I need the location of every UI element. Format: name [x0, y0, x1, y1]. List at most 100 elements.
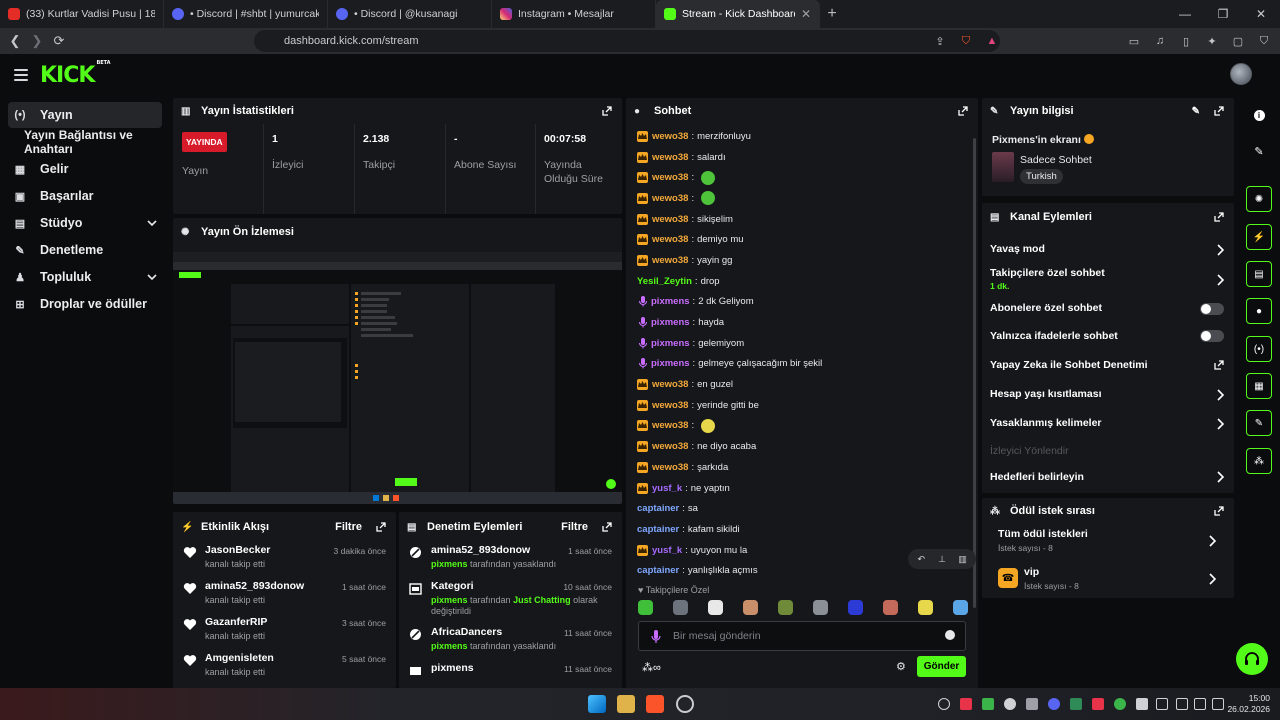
chat-message[interactable]: yusf_k: ne yaptın	[626, 478, 978, 499]
tray-app-icon[interactable]	[938, 698, 950, 710]
emote-icon[interactable]	[708, 600, 723, 615]
screenshot-icon[interactable]: ▭	[1124, 31, 1144, 51]
chat-username[interactable]: captainer	[637, 565, 679, 576]
chat-extras-icon[interactable]: ⁂∞	[642, 661, 661, 674]
pin-icon[interactable]: ⊥	[934, 551, 950, 567]
battery-icon[interactable]	[1212, 698, 1224, 710]
tray-app-icon[interactable]	[960, 698, 972, 710]
windows-start-icon[interactable]	[588, 695, 606, 713]
chat-toggle-icon[interactable]: ●	[1246, 298, 1272, 324]
moderator-name[interactable]: pixmens	[431, 595, 468, 605]
emote-icon[interactable]	[813, 600, 828, 615]
tray-app-icon[interactable]	[1114, 698, 1126, 710]
chat-message[interactable]: wewo38: yayin gg	[626, 250, 978, 271]
category-name[interactable]: Sadece Sohbet	[1020, 154, 1092, 166]
category-name[interactable]: Just Chatting	[513, 595, 571, 605]
sidebar-item-moderation[interactable]: ✎ Denetleme	[8, 237, 162, 263]
chat-username[interactable]: Yesil_Zeytin	[637, 276, 692, 287]
sidebar-toggle-icon[interactable]: ▯	[1176, 31, 1196, 51]
chat-username[interactable]: captainer	[637, 503, 679, 514]
info-icon[interactable]: i	[1246, 102, 1272, 128]
moderation-toggle-icon[interactable]: ▤	[1246, 261, 1272, 287]
chat-username[interactable]: yusf_k	[652, 545, 682, 556]
brave-shield-icon[interactable]: ⛉	[956, 31, 976, 51]
chat-username[interactable]: wewo38	[652, 255, 688, 266]
activity-toggle-icon[interactable]: ⚡	[1246, 224, 1272, 250]
hamburger-menu-icon[interactable]	[14, 69, 28, 84]
reload-icon[interactable]: ⟳	[48, 30, 70, 52]
chat-username[interactable]: pixmens	[651, 338, 690, 349]
chat-message[interactable]: pixmens: gelemiyom	[626, 333, 978, 354]
brave-rewards-icon[interactable]: ▲	[982, 31, 1002, 51]
forward-icon[interactable]: ❯	[26, 30, 48, 52]
chat-username[interactable]: wewo38	[652, 214, 688, 225]
chat-message[interactable]: pixmens:2 dk Geliyom	[626, 292, 978, 313]
wallet-icon[interactable]: ▢	[1228, 31, 1248, 51]
browser-tab[interactable]: • Discord | @kusanagi	[328, 0, 492, 28]
maximize-icon[interactable]: ❐	[1204, 0, 1242, 28]
moderator-name[interactable]: pixmens	[431, 559, 468, 569]
vpn-icon[interactable]: ⛉	[1254, 31, 1274, 51]
sidebar-item-stream[interactable]: (•) Yayın	[8, 102, 162, 128]
chat-username[interactable]: wewo38	[652, 152, 688, 163]
tray-nvidia-icon[interactable]	[982, 698, 994, 710]
emote-icon[interactable]	[953, 600, 968, 615]
action-followers-only-chat[interactable]: Takipçilere özel sohbet 1 dk.	[982, 263, 1234, 295]
chat-message[interactable]: wewo38: demiyo mu	[626, 229, 978, 250]
tray-app-icon[interactable]	[1136, 698, 1148, 710]
file-explorer-icon[interactable]	[617, 695, 635, 713]
share-icon[interactable]: ⇪	[930, 31, 950, 51]
filter-button[interactable]: Filtre	[335, 521, 362, 533]
chat-message[interactable]: wewo38: sikişelim	[626, 209, 978, 230]
emote-icon[interactable]	[918, 600, 933, 615]
tray-discord-icon[interactable]	[1048, 698, 1060, 710]
emoji-picker-icon[interactable]	[945, 630, 955, 640]
action-set-goals[interactable]: Hedefleri belirleyin	[982, 465, 1234, 489]
chat-message[interactable]: pixmens: hayda	[626, 312, 978, 333]
action-account-age[interactable]: Hesap yaşı kısıtlaması	[982, 380, 1234, 409]
pencil-icon[interactable]: ✎	[1192, 106, 1200, 117]
chat-message[interactable]: wewo38: şarkıda	[626, 457, 978, 478]
browser-tab[interactable]: • Discord | #shbt | yumurcakiar	[164, 0, 328, 28]
delete-icon[interactable]: ▥	[955, 551, 971, 567]
pencil-icon[interactable]: ✎	[1246, 138, 1272, 164]
emote-only-toggle[interactable]	[1200, 330, 1224, 342]
back-icon[interactable]: ❮	[4, 30, 26, 52]
chat-settings-gear-icon[interactable]: ⚙	[896, 660, 906, 673]
sidebar-item-drops[interactable]: ⊞ Droplar ve ödüller	[8, 291, 162, 317]
chat-username[interactable]: pixmens	[651, 296, 690, 307]
emote-icon[interactable]	[638, 600, 653, 615]
extensions-icon[interactable]: ✦	[1202, 31, 1222, 51]
expand-icon[interactable]	[1214, 106, 1224, 116]
chat-message[interactable]: wewo38:	[626, 188, 978, 209]
chat-input[interactable]: Bir mesaj gönderin	[638, 621, 966, 651]
chat-username[interactable]: wewo38	[652, 172, 688, 183]
tray-app-icon[interactable]	[1070, 698, 1082, 710]
moderator-name[interactable]: pixmens	[431, 641, 468, 651]
expand-icon[interactable]	[602, 522, 612, 532]
filter-button[interactable]: Filtre	[561, 521, 588, 533]
media-icon[interactable]: ♫	[1150, 31, 1170, 51]
help-fab-button[interactable]	[1236, 643, 1268, 675]
expand-icon[interactable]	[1214, 212, 1224, 222]
chat-message[interactable]: captainer: kafam sikildi	[626, 519, 978, 540]
obs-icon[interactable]	[676, 695, 694, 713]
emote-icon[interactable]	[743, 600, 758, 615]
send-button[interactable]: Gönder	[917, 656, 966, 677]
chat-message[interactable]: captainer: sa	[626, 498, 978, 519]
chat-username[interactable]: wewo38	[652, 193, 688, 204]
user-avatar[interactable]	[1230, 63, 1252, 85]
minimize-icon[interactable]: —	[1166, 0, 1204, 28]
broadcast-toggle-icon[interactable]: (•)	[1246, 336, 1272, 362]
reward-all-requests[interactable]: Tüm ödül istekleri İstek sayısı - 8	[982, 524, 1234, 562]
sidebar-item-community[interactable]: ♟ Topluluk	[8, 264, 162, 290]
volume-icon[interactable]	[1176, 698, 1188, 710]
chat-username[interactable]: wewo38	[652, 441, 688, 452]
browser-tab[interactable]: Instagram • Mesajlar	[492, 0, 656, 28]
undo-icon[interactable]: ↶	[913, 551, 929, 567]
chat-message[interactable]: wewo38: en guzel	[626, 374, 978, 395]
kick-logo[interactable]: KICKBETA	[40, 60, 111, 88]
chat-message[interactable]: Yesil_Zeytin: drop	[626, 271, 978, 292]
emote-icon[interactable]	[883, 600, 898, 615]
subscribers-only-toggle[interactable]	[1200, 302, 1224, 315]
